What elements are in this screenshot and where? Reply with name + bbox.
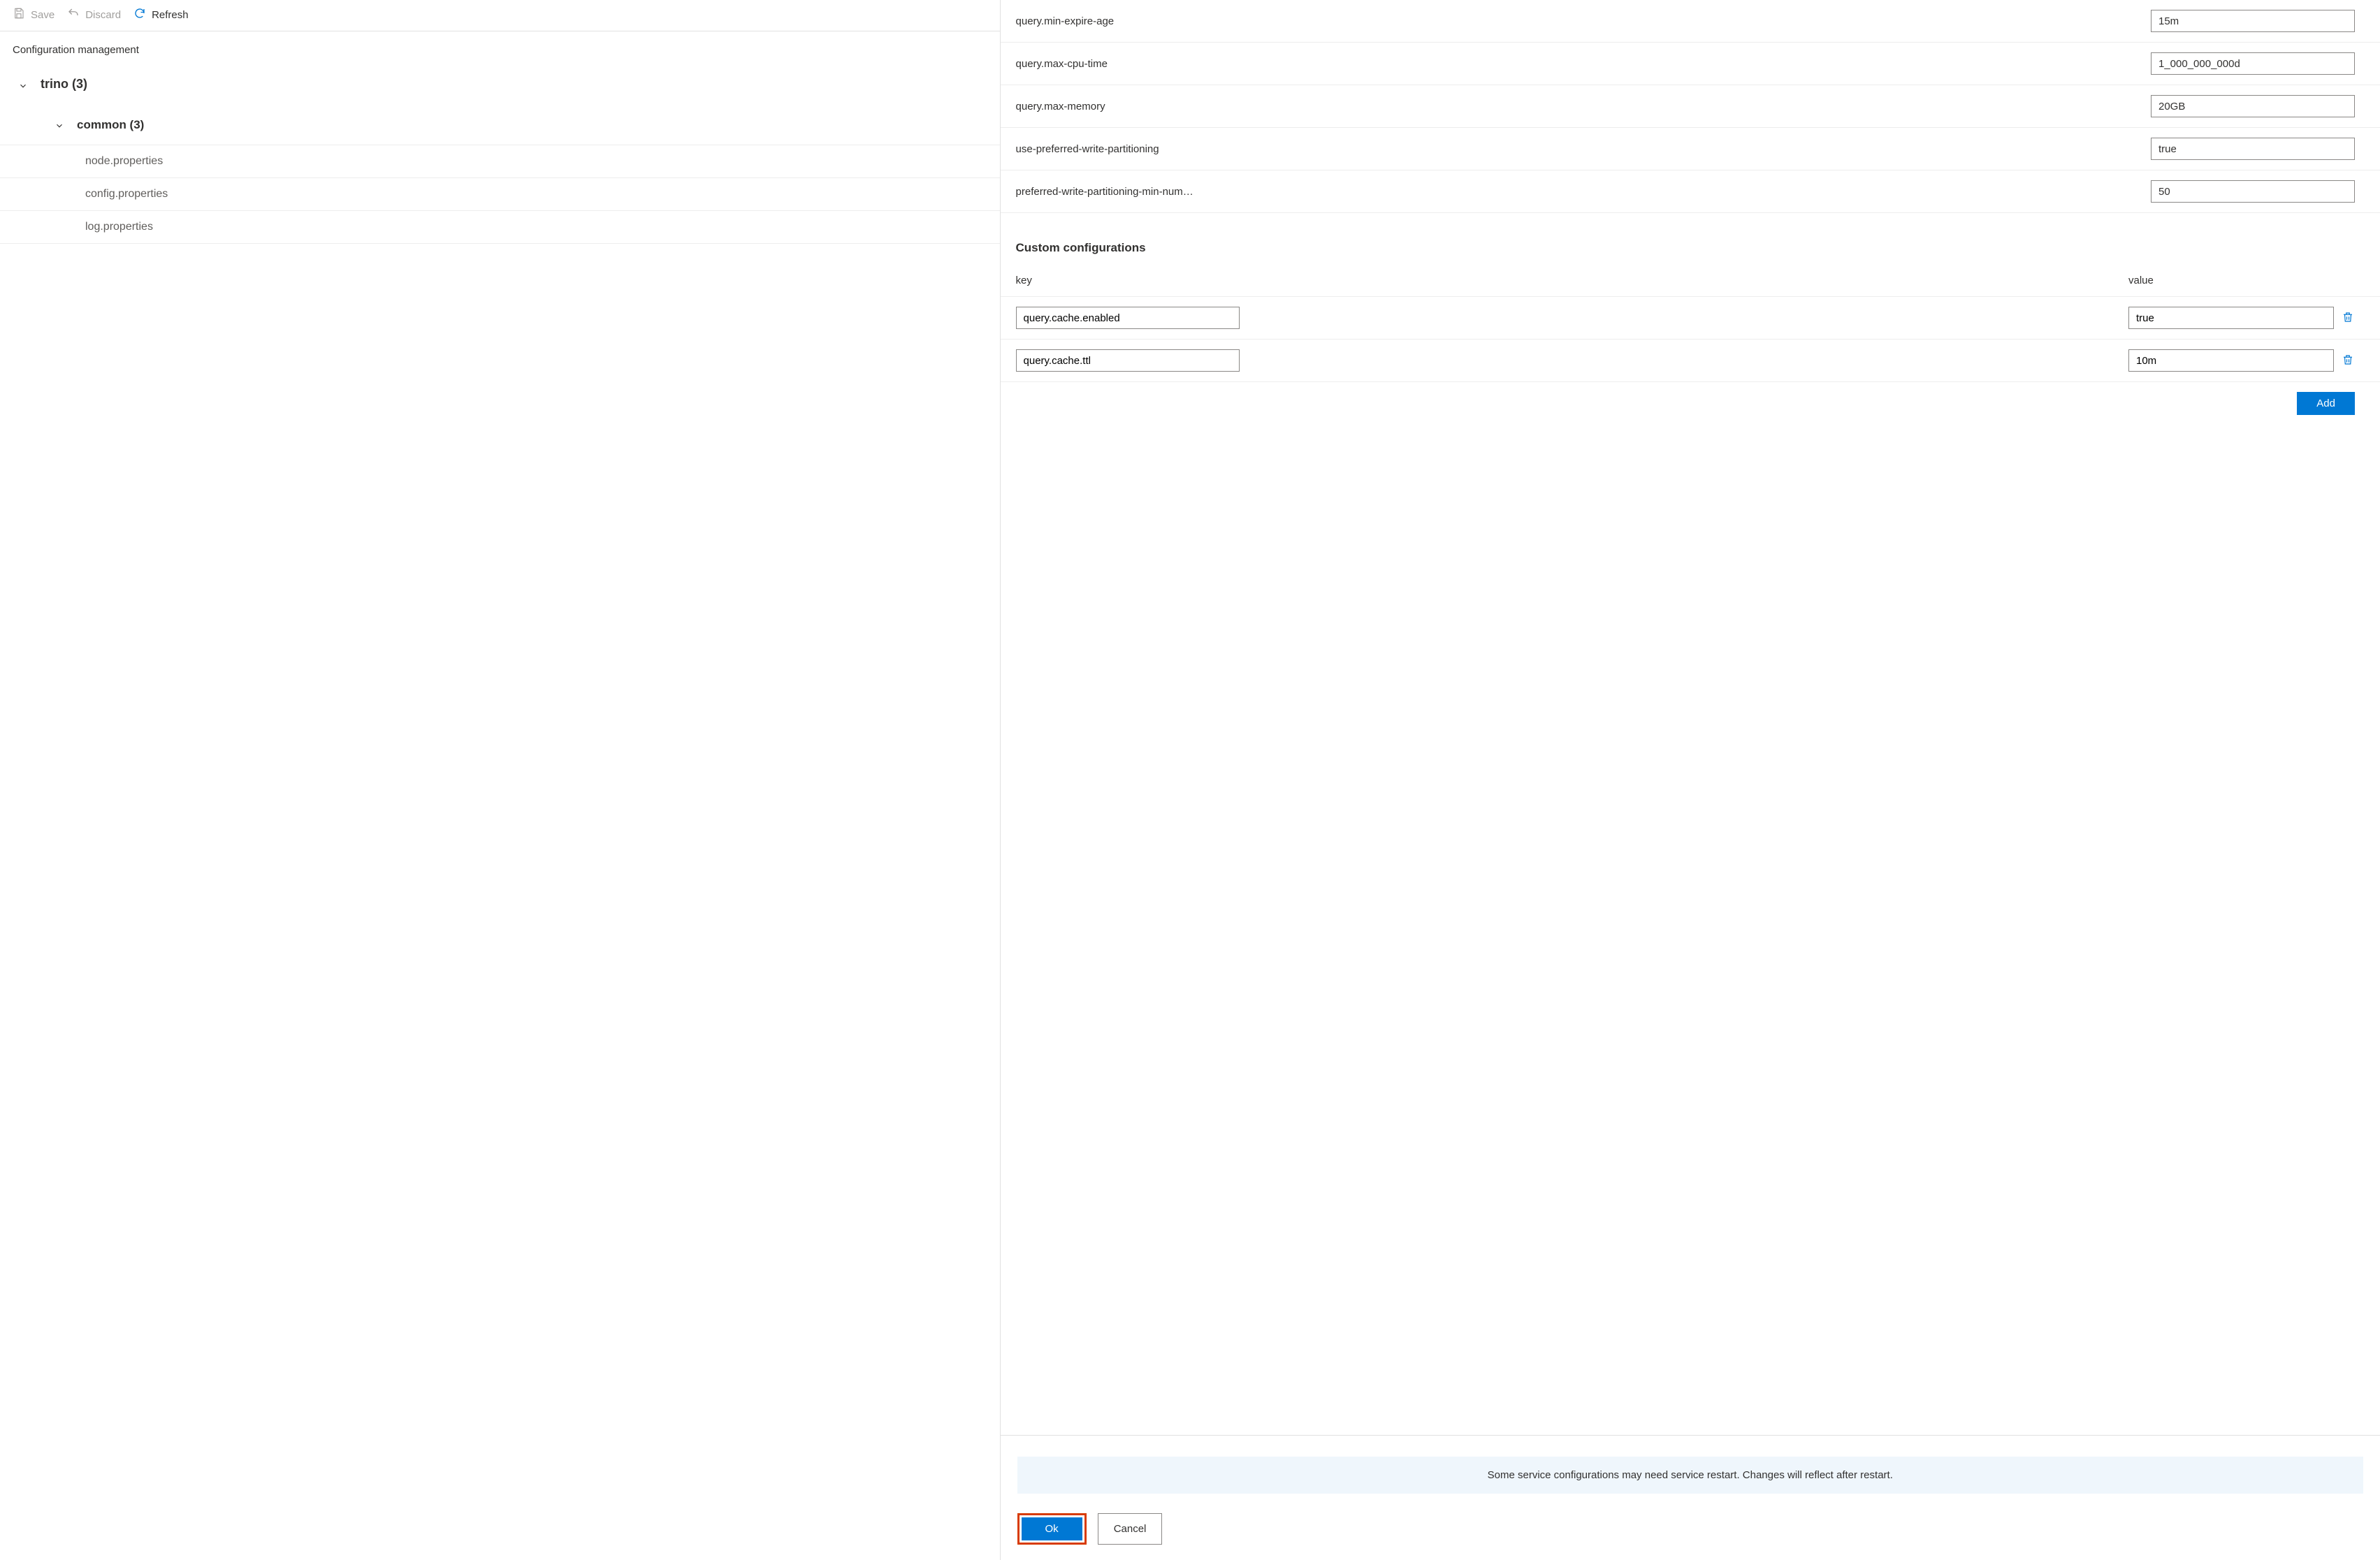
delete-row-button[interactable] [2341, 353, 2355, 367]
config-row: use-preferred-write-partitioning [1001, 128, 2380, 170]
discard-button[interactable]: Discard [67, 7, 121, 22]
tree-item-file[interactable]: node.properties [0, 145, 1000, 178]
footer: Some service configurations may need ser… [1001, 1435, 2380, 1560]
tree-label: config.properties [85, 188, 168, 201]
tree-label: common (3) [77, 118, 144, 132]
delete-row-button[interactable] [2341, 311, 2355, 325]
config-value-input[interactable] [2151, 95, 2355, 117]
refresh-label: Refresh [152, 9, 189, 21]
trash-icon [2342, 311, 2354, 326]
right-panel: query.min-expire-age query.max-cpu-time … [1000, 0, 2380, 1560]
config-tree: trino (3) common (3) node.properties con… [0, 60, 1000, 251]
config-value-input[interactable] [2151, 10, 2355, 32]
config-label: query.max-memory [1016, 101, 2137, 112]
save-icon [13, 7, 25, 22]
config-label: preferred-write-partitioning-min-num… [1016, 186, 2137, 198]
refresh-button[interactable]: Refresh [133, 7, 189, 22]
tree-label: node.properties [85, 155, 163, 168]
refresh-icon [133, 7, 146, 22]
tree-label: log.properties [85, 221, 153, 233]
custom-value-header: value [2128, 275, 2355, 286]
tree-item-file[interactable]: config.properties [0, 178, 1000, 211]
custom-key-input[interactable] [1016, 349, 1240, 372]
config-value-input[interactable] [2151, 138, 2355, 160]
add-bar: Add [1001, 382, 2380, 425]
tree-item-common[interactable]: common (3) [0, 101, 1000, 145]
section-title: Configuration management [0, 31, 1000, 60]
tree-item-file[interactable]: log.properties [0, 211, 1000, 244]
config-row: query.min-expire-age [1001, 0, 2380, 43]
info-banner: Some service configurations may need ser… [1017, 1457, 2363, 1494]
config-value-input[interactable] [2151, 180, 2355, 203]
chevron-down-icon [55, 120, 64, 130]
discard-label: Discard [85, 9, 121, 21]
config-value-input[interactable] [2151, 52, 2355, 75]
custom-value-input[interactable] [2128, 349, 2334, 372]
custom-key-input[interactable] [1016, 307, 1240, 329]
ok-button[interactable]: Ok [1022, 1517, 1082, 1540]
ok-highlight-box: Ok [1017, 1513, 1087, 1545]
cancel-button[interactable]: Cancel [1098, 1513, 1163, 1545]
config-row: query.max-memory [1001, 85, 2380, 128]
tree-item-trino[interactable]: trino (3) [0, 67, 1000, 101]
toolbar: Save Discard Refresh [0, 0, 1000, 31]
tree-label: trino (3) [41, 77, 87, 92]
custom-config-row [1001, 340, 2380, 382]
footer-buttons: Ok Cancel [1017, 1513, 2363, 1545]
add-button[interactable]: Add [2297, 392, 2355, 415]
config-row: query.max-cpu-time [1001, 43, 2380, 85]
custom-key-header: key [1016, 275, 2114, 286]
scroll-area[interactable]: query.min-expire-age query.max-cpu-time … [1001, 0, 2380, 1435]
save-label: Save [31, 9, 55, 21]
config-row: preferred-write-partitioning-min-num… [1001, 170, 2380, 213]
trash-icon [2342, 353, 2354, 368]
config-label: query.max-cpu-time [1016, 58, 2137, 70]
save-button[interactable]: Save [13, 7, 55, 22]
custom-config-row [1001, 297, 2380, 340]
config-label: query.min-expire-age [1016, 15, 2137, 27]
custom-value-input[interactable] [2128, 307, 2334, 329]
config-label: use-preferred-write-partitioning [1016, 143, 2137, 155]
custom-header-row: key value [1001, 261, 2380, 297]
undo-icon [67, 7, 80, 22]
chevron-down-icon [18, 80, 28, 89]
custom-configs-heading: Custom configurations [1001, 213, 2380, 261]
left-panel: Save Discard Refresh Configuration manag… [0, 0, 1000, 1560]
